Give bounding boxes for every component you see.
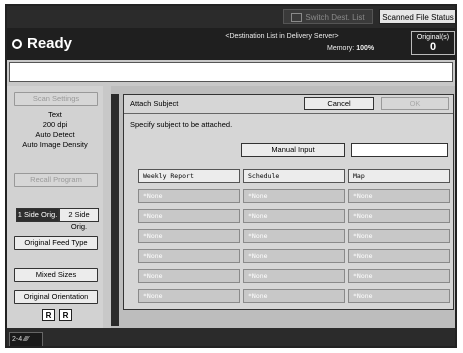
subject-slot[interactable]: *None <box>138 249 240 263</box>
subject-slot[interactable]: *None <box>138 269 240 283</box>
cancel-button[interactable]: Cancel <box>304 97 374 110</box>
one-side-orig-button[interactable]: 1 Side Orig. <box>16 208 59 222</box>
memory-value: 100% <box>356 45 375 52</box>
switch-dest-list-button[interactable]: Switch Dest. List <box>283 9 373 24</box>
original-orientation-button[interactable]: Original Orientation <box>14 290 98 304</box>
setting-detect: Auto Detect <box>35 130 75 139</box>
mixed-sizes-button[interactable]: Mixed Sizes <box>14 268 98 282</box>
subject-map[interactable]: Map <box>348 169 450 183</box>
two-side-orig-button[interactable]: 2 Side Orig. <box>59 208 99 231</box>
subject-slot[interactable]: *None <box>243 289 345 303</box>
subject-slot[interactable]: *None <box>348 229 450 243</box>
memory-label: Memory: <box>327 45 355 52</box>
dialog-title: Attach Subject <box>130 99 179 108</box>
ready-status: Ready <box>27 35 73 52</box>
scanned-file-status-button[interactable]: Scanned File Status <box>379 9 455 24</box>
scanner-screen: Switch Dest. List Scanned File Status Re… <box>5 4 457 348</box>
subject-slot[interactable]: *None <box>243 269 345 283</box>
subject-weekly-report[interactable]: Weekly Report <box>138 169 240 183</box>
memory-indicator: Memory: 100% <box>327 45 374 52</box>
scan-settings-summary: Text 200 dpi Auto Detect Auto Image Dens… <box>9 110 101 150</box>
orientation-upright-icon[interactable]: R <box>42 309 55 321</box>
setting-resolution: 200 dpi <box>42 120 68 129</box>
panel-stripe <box>111 94 119 326</box>
subject-slot[interactable]: *None <box>138 229 240 243</box>
setting-text: Text <box>48 110 62 119</box>
dialog-header: Attach Subject Cancel OK <box>124 95 453 114</box>
orientation-rotated-icon[interactable]: R <box>59 309 72 321</box>
list-icon <box>291 13 303 23</box>
subject-slot[interactable]: *None <box>138 289 240 303</box>
ok-button[interactable]: OK <box>381 97 449 110</box>
subject-slot[interactable]: *None <box>348 249 450 263</box>
subject-slot[interactable]: *None <box>348 289 450 303</box>
originals-value: 0 <box>429 41 437 53</box>
manual-input-field[interactable] <box>351 143 448 157</box>
recall-program-button[interactable]: Recall Program <box>14 173 98 187</box>
subject-slot[interactable]: *None <box>243 229 345 243</box>
bottom-bar: 2-4 ⁄⁄⁄⁄ <box>7 328 455 346</box>
dialog-message: Specify subject to be attached. <box>130 120 233 129</box>
top-bar: Switch Dest. List Scanned File Status <box>7 6 455 28</box>
setting-density: Auto Image Density <box>22 140 88 149</box>
subject-slot[interactable]: *None <box>243 189 345 203</box>
attach-subject-dialog: Attach Subject Cancel OK Specify subject… <box>123 94 454 310</box>
scan-settings-button[interactable]: Scan Settings <box>14 92 98 106</box>
manual-input-button[interactable]: Manual Input <box>241 143 345 157</box>
subject-slot[interactable]: *None <box>243 209 345 223</box>
status-bar: Ready <Destination List in Delivery Serv… <box>7 28 455 60</box>
bottom-tab[interactable]: 2-4 ⁄⁄⁄⁄ <box>9 332 43 346</box>
bottom-tab-label: 2-4 <box>12 336 23 343</box>
originals-counter: Original(s) 0 <box>411 31 455 55</box>
subject-schedule[interactable]: Schedule <box>243 169 345 183</box>
subject-slot[interactable]: *None <box>138 209 240 223</box>
switch-dest-list-label: Switch Dest. List <box>305 13 365 22</box>
subject-slot[interactable]: *None <box>138 189 240 203</box>
subject-slot[interactable]: *None <box>348 189 450 203</box>
ready-icon <box>12 39 22 49</box>
subject-slot[interactable]: *None <box>243 249 345 263</box>
message-bar <box>9 62 453 82</box>
subject-slot[interactable]: *None <box>348 209 450 223</box>
original-feed-type-button[interactable]: Original Feed Type <box>14 236 98 250</box>
destination-list-label: <Destination List in Delivery Server> <box>225 33 339 40</box>
subject-slot[interactable]: *None <box>348 269 450 283</box>
